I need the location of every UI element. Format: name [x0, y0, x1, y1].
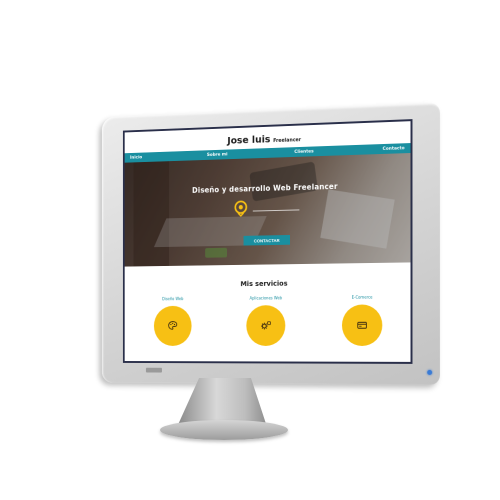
card-icon [356, 319, 368, 331]
service-label: Diseño Web [162, 296, 184, 302]
nav-item-sobre-mi[interactable]: Sobre mi [207, 152, 228, 158]
nav-item-inicio[interactable]: Inicio [130, 155, 142, 160]
service-item-aplicaciones-web[interactable]: Aplicaciones Web [229, 295, 303, 346]
nav-item-clientes[interactable]: Clientes [294, 149, 313, 155]
service-item-diseno-web[interactable]: Diseño Web [137, 296, 209, 346]
gear-icon [260, 320, 271, 332]
website-screen: Jose luis Freelancer Inicio Sobre mi Cli… [124, 121, 411, 362]
service-badge [341, 304, 383, 346]
monitor: Jose luis Freelancer Inicio Sobre mi Cli… [101, 103, 441, 385]
hero-section: Diseño y desarrollo Web Freelancer CONTA… [124, 152, 411, 267]
screen-bezel: Jose luis Freelancer Inicio Sobre mi Cli… [122, 119, 413, 364]
brand-plate [145, 367, 162, 373]
service-badge [246, 305, 286, 346]
service-badge [153, 305, 192, 346]
service-label: E-Comerce [351, 294, 373, 300]
services-section: Mis servicios Diseño Web Aplicaciones We… [124, 262, 411, 362]
palette-icon [167, 320, 178, 331]
contact-button[interactable]: CONTACTAR [243, 234, 290, 246]
monitor-stand-base [160, 420, 288, 440]
services-title: Mis servicios [240, 279, 288, 289]
service-item-e-comerce[interactable]: E-Comerce [324, 294, 401, 346]
site-subtitle: Freelancer [273, 136, 302, 144]
power-led-icon [427, 369, 433, 375]
nav-item-contacto[interactable]: Contacto [383, 146, 405, 152]
scene: Jose luis Freelancer Inicio Sobre mi Cli… [0, 0, 500, 500]
site-title[interactable]: Jose luis [227, 134, 270, 146]
location-pin-icon [233, 199, 250, 217]
service-label: Aplicaciones Web [249, 295, 283, 301]
